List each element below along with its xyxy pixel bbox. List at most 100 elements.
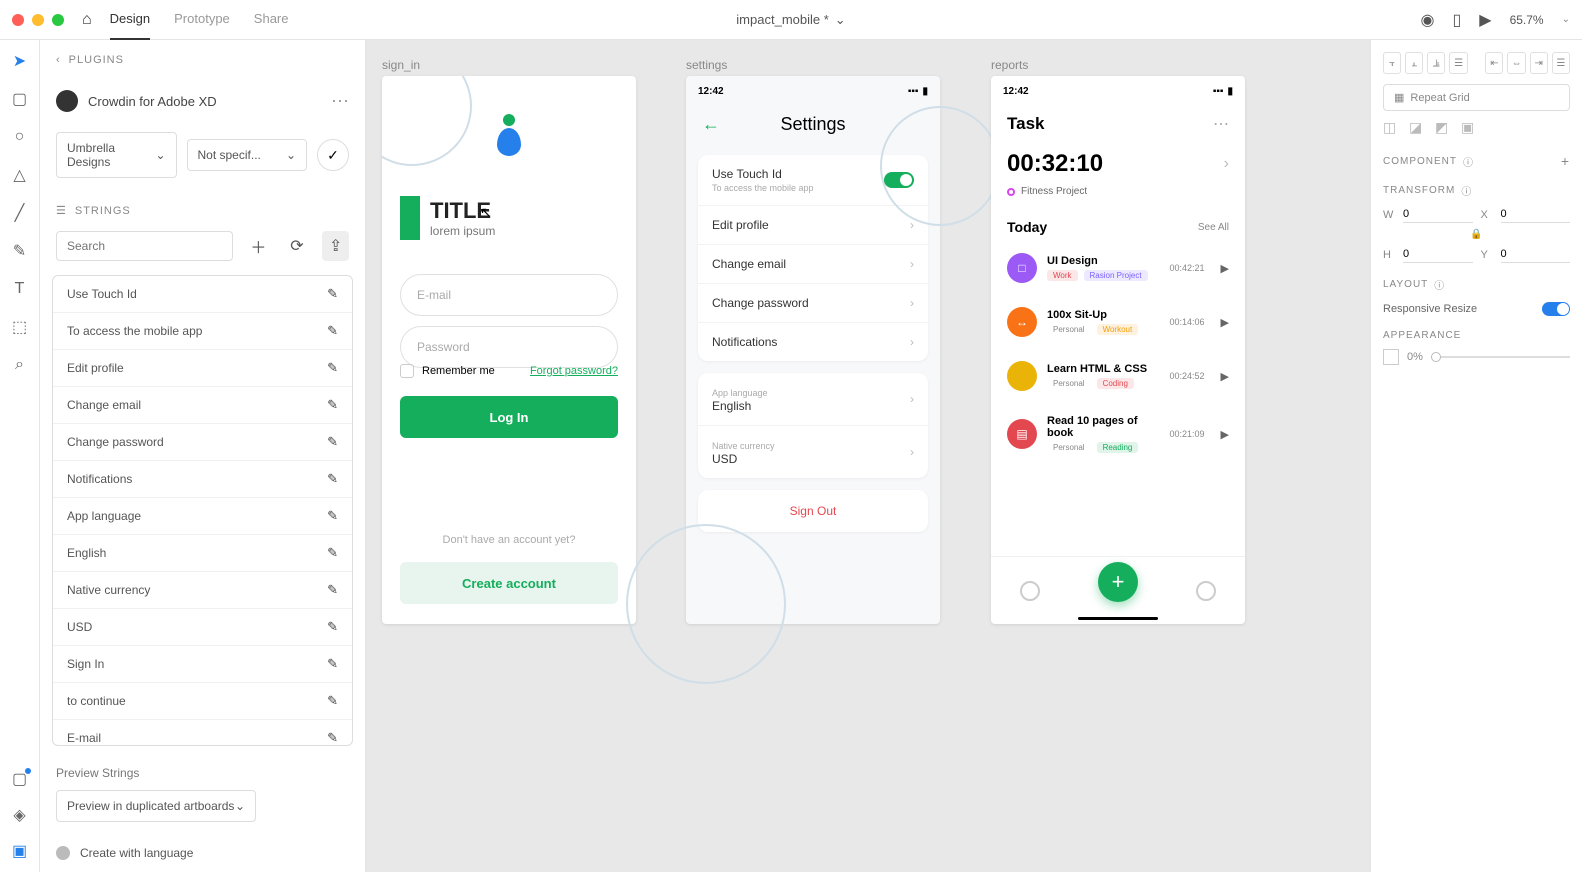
minimize-window[interactable] [32, 14, 44, 26]
see-all-link[interactable]: See All [1198, 222, 1229, 233]
setting-app-language[interactable]: App languageEnglish › [698, 373, 928, 426]
document-title[interactable]: impact_mobile * ⌄ [736, 12, 845, 28]
task-item[interactable]: □UI DesignWorkRasion Project00:42:21▶ [999, 243, 1237, 293]
plugin-item[interactable]: Crowdin for Adobe XD ⋯ [40, 80, 365, 122]
string-item[interactable]: Change email✎ [53, 387, 352, 424]
edit-icon[interactable]: ✎ [327, 656, 338, 672]
align-h-center-icon[interactable]: ⇔ [1507, 52, 1525, 74]
setting-edit-profile[interactable]: Edit profile› [698, 206, 928, 245]
chevron-down-icon[interactable]: ⌄ [1562, 14, 1570, 25]
string-item[interactable]: Notifications✎ [53, 461, 352, 498]
artboard-label-signin[interactable]: sign_in [382, 58, 420, 72]
mobile-preview-icon[interactable]: ▯ [1452, 10, 1461, 30]
edit-icon[interactable]: ✎ [327, 730, 338, 746]
zoom-level[interactable]: 65.7% [1510, 13, 1544, 27]
home-icon[interactable]: ⌂ [82, 11, 92, 29]
string-item[interactable]: Change password✎ [53, 424, 352, 461]
align-v-center-icon[interactable]: ⫠ [1405, 52, 1423, 74]
slider-thumb[interactable] [1431, 352, 1441, 362]
distribute-v-icon[interactable]: ☰ [1449, 52, 1467, 74]
user-icon[interactable]: ◉ [1420, 10, 1434, 30]
task-item[interactable]: ↔100x Sit-UpPersonalWorkout00:14:06▶ [999, 297, 1237, 347]
opacity-checker-icon[interactable] [1383, 349, 1399, 365]
edit-icon[interactable]: ✎ [327, 323, 338, 339]
play-icon[interactable]: ▶ [1221, 370, 1229, 383]
confirm-button[interactable]: ✓ [317, 139, 349, 171]
align-left-icon[interactable]: ⇤ [1485, 52, 1503, 74]
fab-add-button[interactable]: + [1098, 562, 1138, 602]
y-input[interactable] [1501, 246, 1571, 263]
x-input[interactable] [1501, 206, 1571, 223]
line-tool-icon[interactable]: ╱ [11, 204, 29, 222]
setting-change-password[interactable]: Change password› [698, 284, 928, 323]
plugins-icon[interactable]: ▣ [11, 842, 29, 860]
edit-icon[interactable]: ✎ [327, 471, 338, 487]
exclude-icon[interactable]: ▣ [1461, 119, 1481, 139]
toggle-switch[interactable] [884, 172, 914, 188]
align-right-icon[interactable]: ⇥ [1530, 52, 1548, 74]
pen-tool-icon[interactable]: ✎ [11, 242, 29, 260]
play-icon[interactable]: ▶ [1479, 10, 1491, 30]
play-icon[interactable]: ▶ [1221, 262, 1229, 275]
timer-row[interactable]: 00:32:10 › [991, 142, 1245, 186]
plugins-header[interactable]: ‹ PLUGINS [40, 40, 365, 80]
tab-prototype[interactable]: Prototype [174, 0, 230, 40]
edit-icon[interactable]: ✎ [327, 397, 338, 413]
sign-out-button[interactable]: Sign Out [698, 490, 928, 532]
string-item[interactable]: English✎ [53, 535, 352, 572]
edit-icon[interactable]: ✎ [327, 434, 338, 450]
add-string-button[interactable]: ＋ [245, 231, 272, 261]
setting-notifications[interactable]: Notifications› [698, 323, 928, 361]
email-input[interactable]: E-mail [400, 274, 618, 316]
create-account-button[interactable]: Create account [400, 562, 618, 604]
opacity-slider[interactable] [1431, 356, 1570, 358]
edit-icon[interactable]: ✎ [327, 693, 338, 709]
artboard-settings[interactable]: 12:42 ▪▪▪▮ ← Settings Use Touch Id To ac… [686, 76, 940, 624]
maximize-window[interactable] [52, 14, 64, 26]
more-icon[interactable]: ⋯ [1213, 114, 1229, 134]
password-input[interactable]: Password [400, 326, 618, 368]
distribute-h-icon[interactable]: ☰ [1552, 52, 1570, 74]
search-input[interactable] [56, 231, 233, 261]
info-icon[interactable]: ⓘ [1461, 183, 1472, 198]
project-dropdown[interactable]: Umbrella Designs ⌄ [56, 132, 177, 178]
nav-stats-icon[interactable] [1196, 581, 1216, 601]
nav-timer-icon[interactable] [1020, 581, 1040, 601]
setting-native-currency[interactable]: Native currencyUSD › [698, 426, 928, 478]
align-top-icon[interactable]: ⫟ [1383, 52, 1401, 74]
edit-icon[interactable]: ✎ [327, 286, 338, 302]
artboard-reports[interactable]: 12:42 ▪▪▪▮ Task ⋯ 00:32:10 › Fitness Pro… [991, 76, 1245, 624]
task-item[interactable]: ▤Read 10 pages of bookPersonalReading00:… [999, 405, 1237, 463]
login-button[interactable]: Log In [400, 396, 618, 438]
string-item[interactable]: Sign In✎ [53, 646, 352, 683]
string-item[interactable]: USD✎ [53, 609, 352, 646]
upload-button[interactable]: ⇪ [322, 231, 349, 261]
rectangle-tool-icon[interactable]: ▢ [11, 90, 29, 108]
union-icon[interactable]: ◫ [1383, 119, 1403, 139]
canvas[interactable]: sign_in settings reports TITLE lorem ips… [366, 40, 1370, 872]
project-row[interactable]: Fitness Project [991, 186, 1245, 211]
info-icon[interactable]: ⓘ [1463, 154, 1474, 169]
play-icon[interactable]: ▶ [1221, 428, 1229, 441]
tab-share[interactable]: Share [254, 0, 289, 40]
ellipse-tool-icon[interactable]: ○ [11, 128, 29, 146]
play-icon[interactable]: ▶ [1221, 316, 1229, 329]
polygon-tool-icon[interactable]: △ [11, 166, 29, 184]
height-input[interactable] [1403, 246, 1473, 263]
remember-checkbox[interactable] [400, 364, 414, 378]
string-item[interactable]: E-mail✎ [53, 720, 352, 746]
artboard-label-settings[interactable]: settings [686, 58, 727, 72]
repeat-grid-button[interactable]: ▦ Repeat Grid [1383, 84, 1570, 111]
layers-icon[interactable]: ◈ [11, 806, 29, 824]
assets-icon[interactable]: ▢ [11, 770, 29, 788]
strings-list[interactable]: Use Touch Id✎To access the mobile app✎Ed… [52, 275, 353, 746]
string-item[interactable]: Native currency✎ [53, 572, 352, 609]
intersect-icon[interactable]: ◩ [1435, 119, 1455, 139]
close-window[interactable] [12, 14, 24, 26]
add-component-icon[interactable]: + [1561, 153, 1570, 169]
opacity-value[interactable]: 0% [1407, 351, 1423, 363]
create-with-language-option[interactable]: Create with language [40, 834, 365, 872]
edit-icon[interactable]: ✎ [327, 582, 338, 598]
width-input[interactable] [1403, 206, 1473, 223]
artboard-tool-icon[interactable]: ⬚ [11, 318, 29, 336]
